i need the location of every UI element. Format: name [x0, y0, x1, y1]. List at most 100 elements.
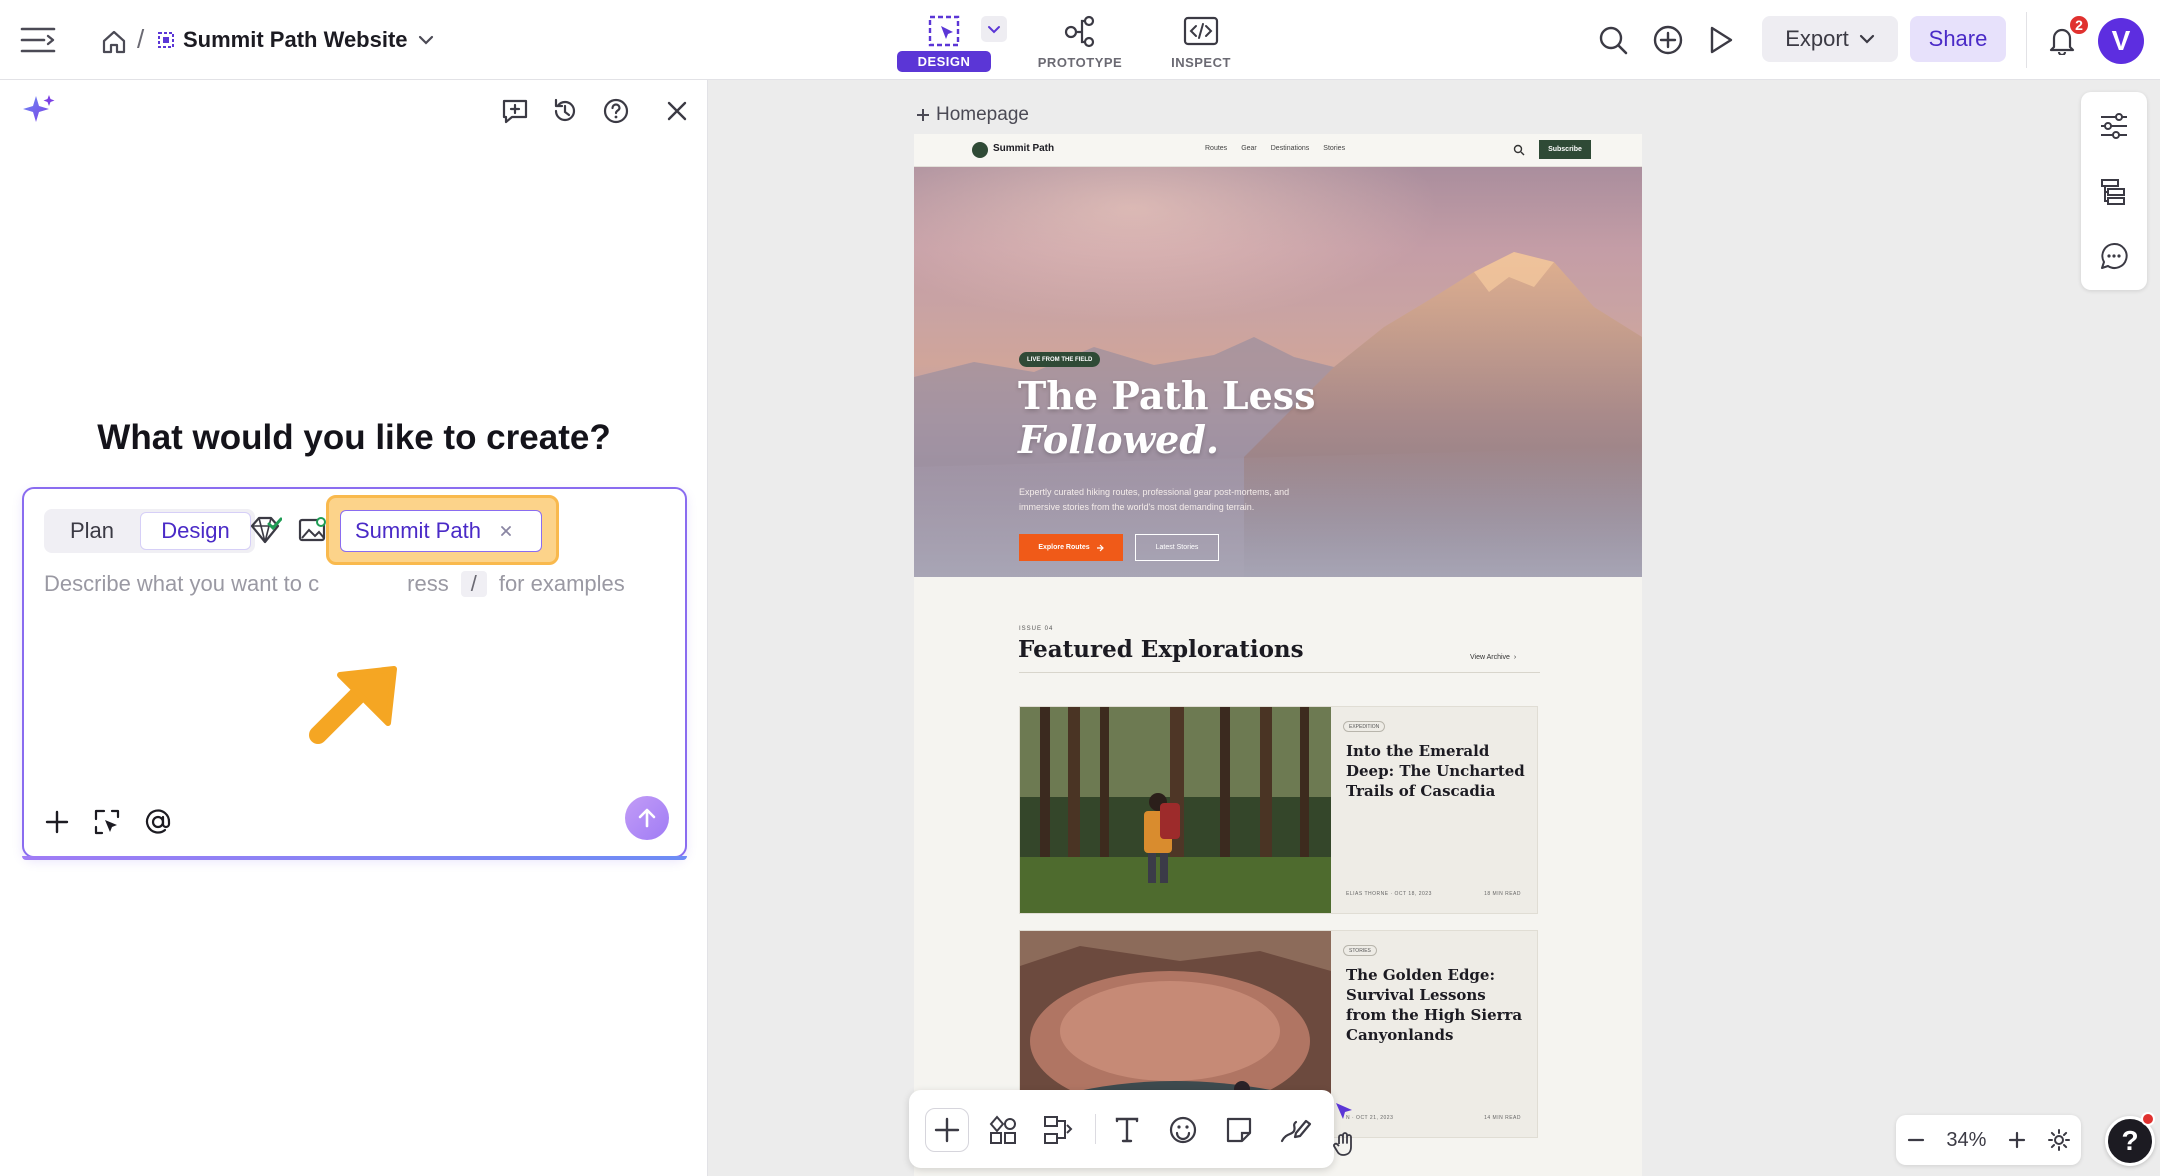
- article-card: EXPEDITION Into the Emerald Deep: The Un…: [1019, 706, 1538, 914]
- tab-inspect-label: INSPECT: [1171, 55, 1231, 70]
- arrow-right-icon: [1096, 544, 1104, 551]
- play-icon[interactable]: [1703, 22, 1739, 58]
- design-menu-dropdown[interactable]: [981, 16, 1007, 42]
- export-button[interactable]: Export: [1762, 16, 1898, 62]
- placeholder-text: ress: [407, 571, 449, 596]
- chevron-down-icon: [1859, 34, 1874, 44]
- homepage-artboard[interactable]: Summit Path Routes Gear Destinations Sto…: [914, 134, 1642, 1176]
- card-tag: STORIES: [1343, 945, 1377, 956]
- close-icon[interactable]: [660, 94, 694, 128]
- code-icon: [1183, 16, 1219, 46]
- add-attachment-icon[interactable]: [40, 805, 74, 839]
- gear-icon[interactable]: [2047, 1128, 2071, 1152]
- text-tool-icon[interactable]: [1105, 1108, 1149, 1152]
- divider: [1019, 672, 1540, 673]
- mode-segmented-control: Plan Design: [44, 509, 255, 553]
- subscribe-button: Subscribe: [1539, 140, 1591, 159]
- plan-mode-button[interactable]: Plan: [48, 512, 136, 550]
- card-title: Into the Emerald Deep: The Uncharted Tra…: [1346, 742, 1525, 800]
- history-icon[interactable]: [548, 94, 582, 128]
- hero-title: The Path Less Followed.: [1018, 374, 1358, 462]
- frame-label[interactable]: Homepage: [916, 104, 1029, 126]
- issue-label: ISSUE 04: [1019, 626, 1054, 632]
- explore-routes-button: Explore Routes: [1019, 534, 1123, 561]
- site-logo: [972, 142, 988, 158]
- project-title-dropdown[interactable]: Summit Path Website: [183, 27, 434, 53]
- site-nav-link: Gear: [1241, 145, 1257, 152]
- pointer-arrow-icon: [294, 639, 414, 764]
- tab-design-label: DESIGN: [897, 51, 991, 72]
- card-tag: EXPEDITION: [1343, 721, 1386, 732]
- project-title: Summit Path Website: [183, 27, 408, 52]
- card-meta: ELIAS THORNE · OCT 18, 2023: [1346, 891, 1432, 897]
- tab-inspect[interactable]: INSPECT: [1146, 8, 1256, 74]
- search-icon: [1513, 144, 1525, 156]
- hero-title-line: The Path Less: [1018, 373, 1316, 418]
- design-icon: [928, 15, 960, 47]
- components-icon[interactable]: [981, 1108, 1025, 1152]
- tab-prototype-label: PROTOTYPE: [1037, 55, 1123, 70]
- sticky-note-icon[interactable]: [1217, 1108, 1261, 1152]
- prompt-composer: Plan Design Summit Path Describe what yo…: [22, 487, 687, 860]
- notification-badge: 2: [2068, 14, 2090, 36]
- prompt-input[interactable]: Describe what you want to c ress / for exam…: [44, 571, 625, 597]
- design-system-icon[interactable]: [246, 511, 284, 549]
- new-chat-icon[interactable]: [498, 94, 532, 128]
- view-archive-link: View Archive ›: [1470, 654, 1517, 661]
- emoji-icon[interactable]: [1161, 1108, 1205, 1152]
- adjustments-icon[interactable]: [2094, 106, 2134, 146]
- featured-heading: Featured Explorations: [1018, 636, 1304, 663]
- hero-badge: LIVE FROM THE FIELD: [1019, 352, 1101, 367]
- pointer-mode-group: [1329, 1094, 1361, 1164]
- divider: [1095, 1114, 1096, 1144]
- menu-icon[interactable]: [18, 20, 58, 60]
- site-name: Summit Path: [993, 143, 1055, 154]
- hero-title-line: Followed.: [1018, 417, 1220, 462]
- card-read-time: 14 MIN READ: [1484, 1115, 1521, 1121]
- tab-prototype[interactable]: PROTOTYPE: [1025, 8, 1135, 74]
- remove-chip-icon[interactable]: [499, 524, 513, 538]
- design-mode-button[interactable]: Design: [140, 512, 251, 550]
- chevron-down-icon: [988, 25, 1000, 33]
- slash-key-hint: /: [460, 571, 487, 597]
- comment-icon[interactable]: [2094, 236, 2134, 276]
- bottom-toolbar: [909, 1090, 1352, 1168]
- frame-icon: [917, 109, 929, 121]
- cursor-icon[interactable]: [1333, 1100, 1355, 1122]
- pen-tool-icon[interactable]: [1273, 1108, 1317, 1152]
- export-label: Export: [1785, 26, 1849, 51]
- layers-icon[interactable]: [2094, 172, 2134, 212]
- hero-subtitle: Expertly curated hiking routes, professi…: [1019, 487, 1290, 512]
- card-read-time: 18 MIN READ: [1484, 891, 1521, 897]
- chevron-down-icon: [418, 35, 433, 45]
- add-circle-icon[interactable]: [1650, 22, 1686, 58]
- site-nav-links: Routes Gear Destinations Stories: [1205, 145, 1345, 152]
- help-notification-dot: [2141, 1112, 2155, 1126]
- zoom-in-icon[interactable]: [2007, 1130, 2027, 1150]
- send-button[interactable]: [625, 796, 669, 840]
- help-icon[interactable]: [599, 94, 633, 128]
- cta-label: Explore Routes: [1038, 544, 1090, 551]
- top-bar: / Summit Path Website DESIGN PROTOTYPE I…: [0, 0, 2160, 80]
- select-element-icon[interactable]: [90, 805, 124, 839]
- mountain-illustration: [914, 252, 1642, 577]
- mention-icon[interactable]: [141, 805, 175, 839]
- search-icon[interactable]: [1595, 22, 1631, 58]
- right-tool-rail: [2081, 92, 2147, 290]
- ai-assistant-panel: What would you like to create? Plan Desi…: [0, 80, 708, 1176]
- avatar[interactable]: V: [2098, 18, 2144, 64]
- context-chip[interactable]: Summit Path: [340, 510, 542, 552]
- view-archive-label: View Archive: [1470, 654, 1510, 661]
- zoom-level[interactable]: 34%: [1946, 1129, 1986, 1152]
- flow-icon[interactable]: [1037, 1108, 1081, 1152]
- frame-label-text: Homepage: [936, 104, 1029, 125]
- hand-icon[interactable]: [1333, 1132, 1355, 1156]
- breadcrumb-separator: /: [137, 24, 145, 54]
- zoom-out-icon[interactable]: [1906, 1130, 1926, 1150]
- share-button[interactable]: Share: [1910, 16, 2006, 62]
- add-element-icon[interactable]: [925, 1108, 969, 1152]
- design-canvas[interactable]: Homepage Summit Path Routes Gear Destina…: [709, 80, 2160, 1176]
- divider: [2026, 12, 2027, 68]
- prototype-icon: [1064, 15, 1095, 48]
- home-icon[interactable]: [98, 26, 130, 58]
